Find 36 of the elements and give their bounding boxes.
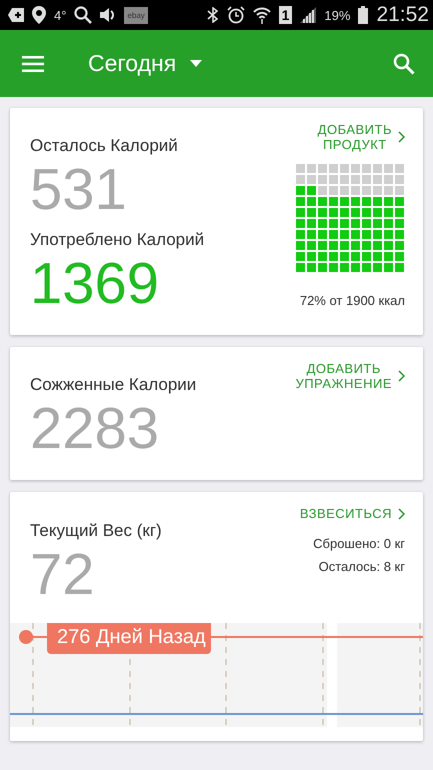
consumed-label: Употреблено Калорий	[30, 230, 204, 250]
alarm-icon	[226, 6, 245, 24]
weight-value: 72	[30, 545, 96, 605]
clock-text: 21:52	[376, 3, 429, 27]
burned-value: 2283	[30, 399, 160, 459]
burned-label: Сожженные Калории	[30, 375, 196, 395]
volume-icon	[100, 8, 116, 22]
signal-icon	[300, 7, 316, 23]
date-dropdown[interactable]: Сегодня	[88, 50, 176, 77]
weight-label: Текущий Вес (кг)	[30, 521, 162, 541]
chevron-icon	[398, 370, 405, 382]
search-icon[interactable]	[393, 52, 415, 74]
consumed-value: 1369	[30, 254, 160, 314]
calorie-summary: 72% от 1900 ккал	[300, 293, 405, 308]
battery-text: 19%	[324, 8, 350, 22]
search-icon	[74, 6, 92, 24]
chevron-icon	[398, 508, 405, 520]
lost-text: Сброшено: 0 кг	[313, 536, 405, 551]
remaining-value: 531	[30, 160, 128, 220]
add-exercise-link[interactable]: ДОБАВИТЬ УПРАЖНЕНИЕ	[295, 361, 405, 391]
sim-icon: 1	[278, 6, 292, 24]
caret-icon[interactable]	[190, 60, 202, 67]
temperature-text: 4°	[54, 8, 66, 22]
notification-badge: ebay	[124, 6, 148, 24]
left-text: Осталось: 8 кг	[318, 559, 405, 574]
bluetooth-icon	[206, 7, 219, 23]
chart-callout: 276 Дней Назад	[47, 623, 211, 654]
notification-icon	[8, 8, 24, 22]
add-food-link[interactable]: ДОБАВИТЬ ПРОДУКТ	[318, 122, 405, 152]
wifi-icon	[252, 6, 271, 24]
weigh-in-link[interactable]: ВЗВЕСИТЬСЯ	[300, 504, 405, 524]
menu-icon[interactable]	[22, 56, 44, 72]
remaining-label: Осталось Калорий	[30, 136, 179, 156]
location-icon	[32, 6, 46, 24]
battery-icon	[358, 6, 368, 24]
chevron-icon	[398, 131, 405, 143]
